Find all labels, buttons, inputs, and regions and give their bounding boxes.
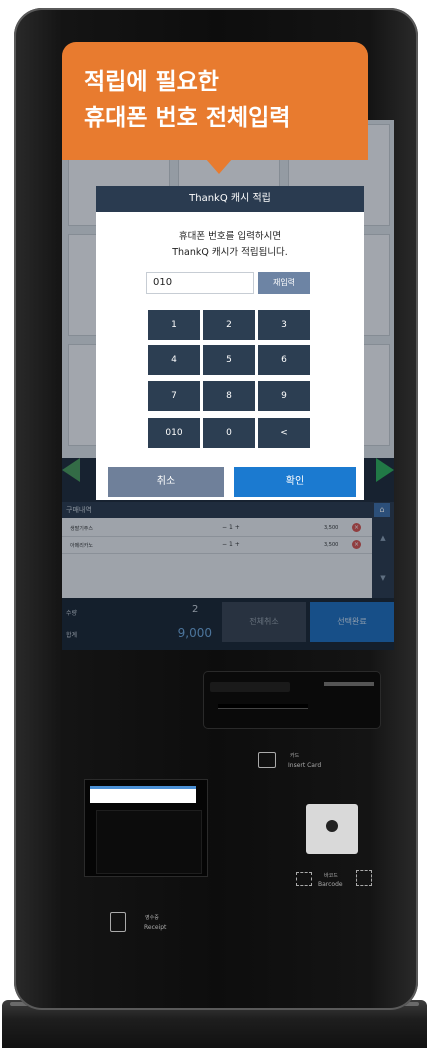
keypad-key-0[interactable]: 0 <box>203 418 255 448</box>
reenter-button[interactable]: 재입력 <box>258 272 310 294</box>
keypad-key-6[interactable]: 6 <box>258 345 310 375</box>
barcode-icon <box>296 872 312 886</box>
barcode-label-en: Barcode <box>318 881 343 888</box>
receipt-label-ko: 영수증 <box>145 915 159 921</box>
callout-line1: 적립에 필요한 <box>84 69 219 95</box>
callout-line2: 휴대폰 번호 전체입력 <box>84 105 291 131</box>
dialog-title: ThankQ 캐시 적립 <box>96 186 364 212</box>
card-label-en: Insert Card <box>288 762 322 769</box>
cancel-button[interactable]: 취소 <box>108 467 224 497</box>
keypad-key-2[interactable]: 2 <box>203 310 255 340</box>
barcode-label-ko: 바코드 <box>324 873 338 879</box>
card-icon <box>258 752 276 768</box>
card-reader-slot[interactable] <box>204 672 380 728</box>
receipt-paper <box>90 786 196 803</box>
receipt-icon <box>110 912 126 932</box>
printer-slot <box>96 810 202 874</box>
keypad-key-3[interactable]: 3 <box>258 310 310 340</box>
keypad-key-4[interactable]: 4 <box>148 345 200 375</box>
keypad-key-5[interactable]: 5 <box>203 345 255 375</box>
keypad-key-7[interactable]: 7 <box>148 381 200 411</box>
card-label-ko: 카드 <box>290 753 300 759</box>
keypad-key-1[interactable]: 1 <box>148 310 200 340</box>
scanner-lens <box>326 820 338 832</box>
qr-code-icon <box>356 870 372 886</box>
receipt-label-en: Receipt <box>144 924 167 931</box>
keypad-key-9[interactable]: 9 <box>258 381 310 411</box>
dialog-message-line2: ThankQ 캐시가 적립됩니다. <box>172 247 288 258</box>
keypad-key-8[interactable]: 8 <box>203 381 255 411</box>
keypad-key-010[interactable]: 010 <box>148 418 200 448</box>
confirm-button[interactable]: 확인 <box>234 467 356 497</box>
keypad-backspace-key[interactable]: < <box>258 418 310 448</box>
callout-pointer <box>205 158 233 174</box>
phone-number-field[interactable]: 010 <box>146 272 254 294</box>
dialog-message-line1: 휴대폰 번호를 입력하시면 <box>178 231 282 242</box>
